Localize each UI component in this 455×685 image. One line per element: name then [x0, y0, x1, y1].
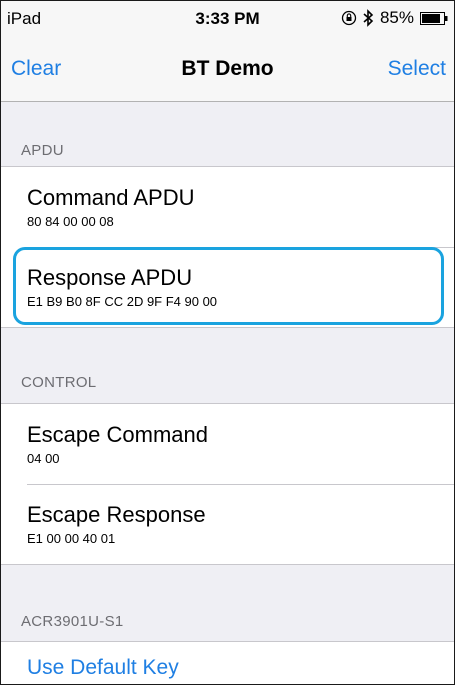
- page-title: BT Demo: [181, 57, 274, 80]
- navigation-bar: Clear BT Demo Select: [1, 39, 454, 102]
- escape-command-cell[interactable]: Escape Command 04 00: [1, 404, 454, 484]
- section-header-device: ACR3901U-S1: [21, 613, 124, 630]
- response-apdu-value: E1 B9 B0 8F CC 2D 9F F4 90 00: [27, 294, 218, 309]
- status-indicators: 85%: [341, 8, 448, 28]
- device-screen: iPad 3:33 PM 85% Clear BT Demo Select AP…: [0, 0, 455, 685]
- escape-response-title: Escape Response: [27, 502, 206, 527]
- command-apdu-title: Command APDU: [27, 185, 195, 210]
- section-header-apdu: APDU: [21, 142, 64, 159]
- escape-response-cell[interactable]: Escape Response E1 00 00 40 01: [1, 484, 454, 564]
- response-apdu-title: Response APDU: [27, 265, 193, 290]
- control-group: Escape Command 04 00 Escape Response E1 …: [1, 403, 454, 565]
- command-apdu-value: 80 84 00 00 08: [27, 214, 114, 229]
- use-default-key-button[interactable]: Use Default Key: [27, 656, 179, 680]
- escape-response-value: E1 00 00 40 01: [27, 531, 116, 546]
- status-bar: iPad 3:33 PM 85%: [1, 1, 454, 39]
- bluetooth-icon: [363, 9, 374, 27]
- section-header-control: CONTROL: [21, 374, 97, 391]
- battery-icon: [420, 11, 448, 25]
- command-apdu-cell[interactable]: Command APDU 80 84 00 00 08: [1, 167, 454, 247]
- select-button[interactable]: Select: [388, 57, 446, 81]
- escape-command-title: Escape Command: [27, 422, 208, 447]
- device-group: Use Default Key: [1, 641, 454, 684]
- escape-command-value: 04 00: [27, 451, 60, 466]
- orientation-lock-icon: [341, 10, 357, 26]
- battery-percent: 85%: [379, 8, 414, 27]
- response-apdu-cell[interactable]: Response APDU E1 B9 B0 8F CC 2D 9F F4 90…: [1, 247, 454, 327]
- apdu-group: Command APDU 80 84 00 00 08 Response APD…: [1, 166, 454, 328]
